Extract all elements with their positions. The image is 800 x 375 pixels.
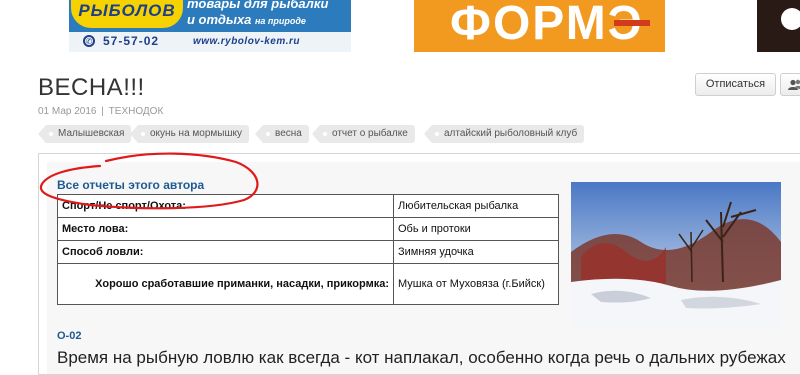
row-key: Способ ловли: <box>57 240 394 264</box>
row-value: Мушка от Муховяза (г.Бийск) <box>393 263 559 305</box>
row-value: Зимняя удочка <box>393 240 559 264</box>
tag-item[interactable]: Малышевская <box>37 125 132 143</box>
table-row: Место лова: Обь и протоки <box>57 217 559 241</box>
table-row: Хорошо сработавшие приманки, насадки, пр… <box>57 263 559 305</box>
slogan-small: на природе <box>254 16 306 26</box>
table-row: Спорт/Не спорт/Охота: Любительская рыбал… <box>57 194 559 218</box>
article-meta: 01 Мар 2016 | ТЕХНОДОК <box>38 106 163 117</box>
fishing-shop-banner[interactable]: РЫБОЛОВ товары для рыбалки и отдыха на п… <box>69 0 351 52</box>
slogan-line-1: товары для рыбалки <box>187 0 329 11</box>
unsubscribe-button[interactable]: Отписаться <box>695 73 776 96</box>
article-date: 01 Мар 2016 <box>38 106 97 117</box>
report-code: О-02 <box>57 330 82 342</box>
report-body-text: Время на рыбную ловлю как всегда - кот н… <box>57 348 786 367</box>
meta-separator: | <box>101 106 104 117</box>
page-title: ВЕСНА!!! <box>38 74 145 101</box>
forme-banner[interactable]: ФОРМЭ <box>414 0 665 52</box>
phone-icon: ✆ <box>83 35 95 47</box>
article-author[interactable]: ТЕХНОДОК <box>109 106 164 117</box>
dark-banner[interactable] <box>757 0 800 52</box>
report-photo[interactable] <box>571 182 781 328</box>
report-box: Все отчеты этого автора Спорт/Не спорт/О… <box>38 153 800 375</box>
report-details-table: Спорт/Не спорт/Охота: Любительская рыбал… <box>57 194 559 305</box>
row-key: Хорошо сработавшие приманки, насадки, пр… <box>57 263 394 305</box>
row-key: Спорт/Не спорт/Охота: <box>57 194 394 218</box>
row-value: Обь и протоки <box>393 217 559 241</box>
forme-logo-dash <box>614 20 650 26</box>
people-icon <box>788 79 800 90</box>
tag-item[interactable]: весна <box>255 125 309 143</box>
fishing-shop-phone: 57-57-02 <box>103 34 160 48</box>
subscribers-button[interactable] <box>780 73 800 96</box>
fishing-shop-contact-bar: ✆ 57-57-02 www.rybolov-kem.ru <box>69 32 351 52</box>
tag-item[interactable]: окунь на мормышку <box>130 125 249 143</box>
banner-strip: РЫБОЛОВ товары для рыбалки и отдыха на п… <box>0 0 800 53</box>
fishing-shop-logo: РЫБОЛОВ <box>71 0 183 28</box>
row-value: Любительская рыбалка <box>393 194 559 218</box>
slogan-line-2: и отдыха <box>187 12 252 27</box>
tag-item[interactable]: отчет о рыбалке <box>312 125 415 143</box>
dark-banner-logo-mark <box>781 8 800 30</box>
winter-river-photo <box>571 182 781 328</box>
table-row: Способ ловли: Зимняя удочка <box>57 240 559 264</box>
fishing-shop-slogan: товары для рыбалки и отдыха на природе <box>187 0 347 29</box>
tag-item[interactable]: алтайский рыболовный клуб <box>423 125 585 143</box>
author-reports-link[interactable]: Все отчеты этого автора <box>57 178 204 192</box>
fishing-shop-site: www.rybolov-kem.ru <box>193 36 300 47</box>
row-key: Место лова: <box>57 217 394 241</box>
